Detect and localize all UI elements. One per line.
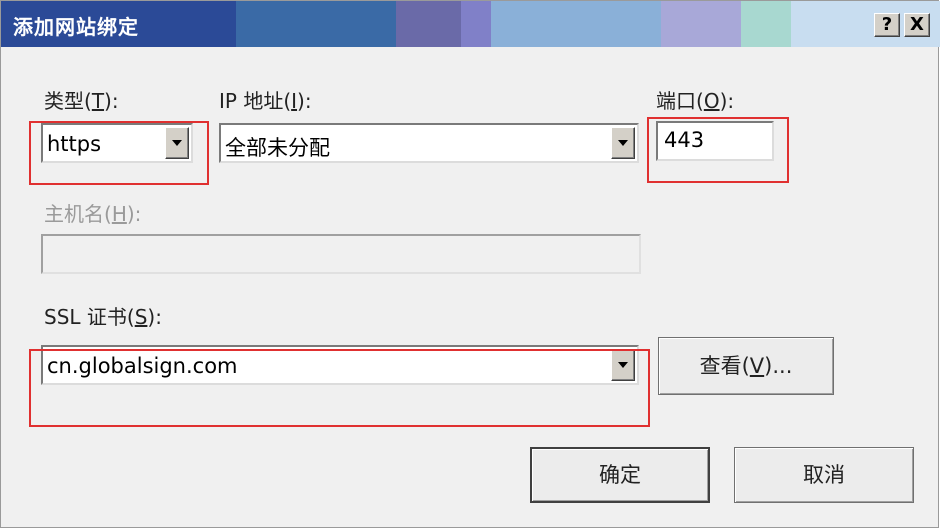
ip-label-end: ): (297, 89, 312, 113)
ip-dropdown-arrow-icon[interactable] (611, 127, 635, 159)
type-label-end: ): (104, 89, 119, 113)
hostname-label-hotkey: H (111, 202, 127, 226)
add-site-binding-dialog: 添加网站绑定 ? X 类型(T): https IP 地址(I): 全部未分配 … (0, 0, 940, 528)
view-certificate-button[interactable]: 查看(V)... (658, 337, 834, 395)
type-label: 类型(T): (44, 85, 119, 114)
ssl-dropdown-arrow-icon[interactable] (611, 349, 635, 381)
title-bar[interactable]: 添加网站绑定 ? X (1, 1, 940, 47)
hostname-label-end: ): (126, 202, 142, 226)
type-label-text: 类型( (44, 89, 92, 113)
dialog-title: 添加网站绑定 (13, 15, 139, 39)
type-dropdown-arrow-icon[interactable] (165, 127, 189, 159)
ssl-label-hotkey: S (134, 305, 148, 329)
port-label-hotkey: O (703, 89, 720, 113)
close-button[interactable]: X (904, 13, 930, 37)
view-label-end: )... (764, 354, 793, 378)
port-input[interactable]: 443 (656, 121, 774, 161)
ssl-label: SSL 证书(S): (44, 301, 162, 330)
hostname-input (41, 234, 641, 274)
ip-label: IP 地址(I): (219, 85, 312, 114)
ip-combobox[interactable]: 全部未分配 (219, 123, 639, 163)
view-label-text: 查看( (699, 354, 750, 378)
ssl-label-end: ): (147, 305, 162, 329)
ssl-value: cn.globalsign.com (47, 354, 238, 378)
hostname-label: 主机名(H): (44, 198, 141, 227)
ip-value: 全部未分配 (225, 136, 330, 160)
type-value: https (47, 132, 102, 156)
ssl-label-text: SSL 证书( (44, 305, 135, 329)
cancel-button[interactable]: 取消 (734, 447, 914, 503)
port-label-text: 端口( (656, 89, 704, 113)
type-label-hotkey: T (91, 89, 105, 113)
port-value: 443 (664, 128, 705, 152)
hostname-label-text: 主机名( (44, 202, 112, 226)
type-combobox[interactable]: https (41, 123, 193, 163)
ip-label-text: IP 地址( (219, 89, 292, 113)
help-button[interactable]: ? (874, 13, 900, 37)
view-label-hotkey: V (749, 354, 765, 378)
port-label-end: ): (719, 89, 735, 113)
ok-button[interactable]: 确定 (530, 447, 710, 503)
port-label: 端口(O): (656, 85, 734, 114)
ssl-certificate-combobox[interactable]: cn.globalsign.com (41, 345, 639, 385)
